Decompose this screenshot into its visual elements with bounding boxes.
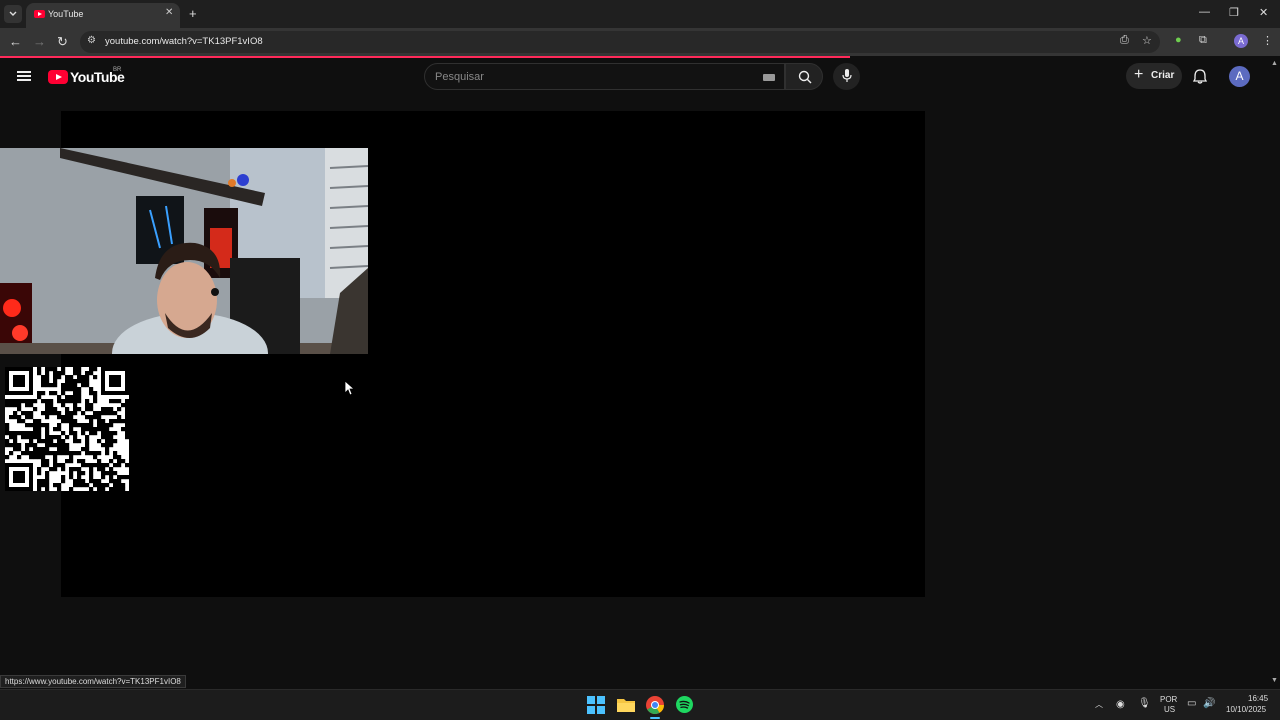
- windows-taskbar: ︿ ◉ 🎙 POR US ▭ 🔊 16:45 10/10/2025: [0, 689, 1280, 720]
- browser-profile-avatar[interactable]: A: [1234, 34, 1248, 48]
- windows-start-icon[interactable]: [587, 696, 605, 714]
- youtube-favicon-icon: [34, 10, 45, 18]
- microphone-icon: [842, 69, 852, 82]
- new-tab-button[interactable]: +: [189, 6, 197, 21]
- create-button[interactable]: + Criar: [1126, 63, 1182, 89]
- chevron-down-icon: [9, 11, 17, 16]
- browser-tab[interactable]: YouTube ✕: [26, 3, 180, 28]
- clock-time[interactable]: 16:45: [1248, 694, 1268, 703]
- voice-search-button[interactable]: [833, 63, 860, 90]
- youtube-header: YouTube BR + Criar A: [0, 58, 1280, 96]
- notifications-bell-icon[interactable]: [1193, 69, 1207, 84]
- hamburger-menu-icon[interactable]: [17, 71, 31, 81]
- reload-icon[interactable]: ↻: [57, 34, 68, 50]
- minimize-icon[interactable]: —: [1199, 6, 1210, 18]
- discord-icon[interactable]: ◉: [1116, 699, 1125, 710]
- keyboard-icon[interactable]: [763, 74, 775, 81]
- url-text[interactable]: youtube.com/watch?v=TK13PF1vIO8: [105, 36, 263, 47]
- create-label: Criar: [1151, 70, 1175, 81]
- back-arrow-icon[interactable]: ←: [9, 34, 22, 49]
- browser-toolbar: ← → ↻ ⚙ youtube.com/watch?v=TK13PF1vIO8 …: [0, 28, 1280, 56]
- search-box[interactable]: [424, 63, 785, 90]
- clock-date[interactable]: 10/10/2025: [1226, 705, 1266, 714]
- plus-icon: +: [1134, 66, 1144, 83]
- browser-tab-bar: YouTube ✕ + — ❐ ✕: [0, 0, 1280, 28]
- microphone-tray-icon[interactable]: 🎙: [1138, 698, 1151, 709]
- extensions-puzzle-icon[interactable]: ⧉: [1199, 34, 1207, 47]
- youtube-logo-icon[interactable]: [48, 70, 68, 84]
- scroll-down-arrow-icon[interactable]: ▼: [1271, 677, 1278, 684]
- active-app-indicator: [650, 717, 660, 719]
- keyboard-layout[interactable]: US: [1164, 705, 1175, 714]
- tab-close-icon[interactable]: ✕: [165, 7, 173, 18]
- extension-icon[interactable]: ●: [1175, 34, 1182, 46]
- restore-icon[interactable]: ❐: [1229, 6, 1239, 19]
- tab-title: YouTube: [48, 9, 84, 19]
- search-input[interactable]: [435, 69, 735, 85]
- tab-search-button[interactable]: [4, 5, 22, 23]
- chrome-menu-icon[interactable]: ⋮: [1262, 34, 1273, 47]
- webcam-overlay: [0, 148, 368, 354]
- window-close-icon[interactable]: ✕: [1259, 6, 1268, 19]
- scroll-up-arrow-icon[interactable]: ▲: [1271, 60, 1278, 67]
- user-avatar[interactable]: A: [1229, 66, 1250, 87]
- chrome-icon[interactable]: [646, 696, 664, 714]
- site-info-icon[interactable]: ⚙: [87, 35, 96, 46]
- network-icon[interactable]: ▭: [1187, 698, 1196, 709]
- qr-code: [5, 367, 130, 492]
- address-bar[interactable]: ⚙ youtube.com/watch?v=TK13PF1vIO8: [80, 31, 1160, 53]
- file-explorer-icon[interactable]: [617, 697, 635, 712]
- spotify-icon[interactable]: [676, 696, 693, 713]
- webcam-image: [0, 148, 368, 354]
- mouse-cursor-icon: [344, 380, 354, 396]
- volume-icon[interactable]: 🔊: [1203, 698, 1215, 709]
- status-bar-url: https://www.youtube.com/watch?v=TK13PF1v…: [0, 675, 186, 688]
- input-language[interactable]: POR: [1160, 695, 1177, 704]
- search-icon: [798, 70, 812, 84]
- bookmark-star-icon[interactable]: ☆: [1142, 34, 1152, 47]
- forward-arrow-icon[interactable]: →: [33, 34, 46, 49]
- install-app-icon[interactable]: ⎙: [1120, 34, 1129, 47]
- tray-chevron-up-icon[interactable]: ︿: [1095, 699, 1103, 710]
- qr-code-image: [5, 367, 130, 492]
- search-button[interactable]: [785, 63, 823, 90]
- country-code: BR: [113, 67, 122, 73]
